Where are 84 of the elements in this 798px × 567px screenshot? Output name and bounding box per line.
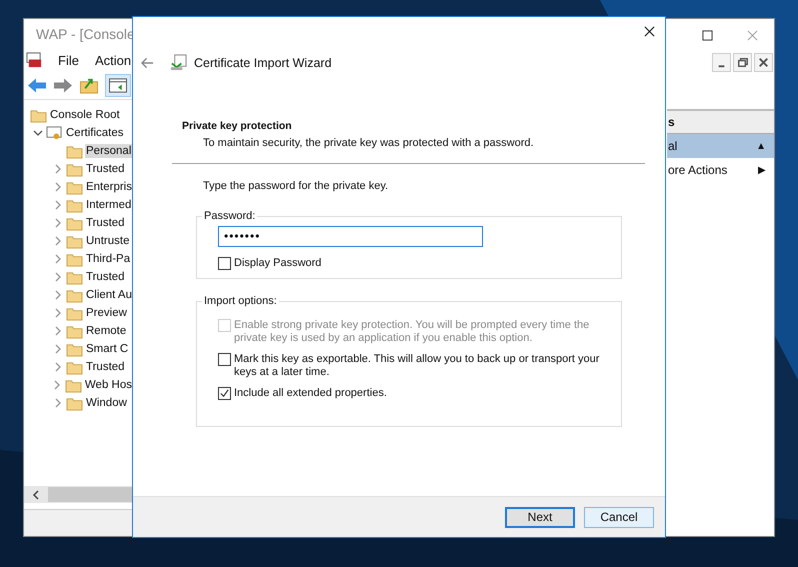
section-heading: Private key protection: [182, 120, 293, 132]
certificate-icon: [170, 54, 187, 71]
close-icon[interactable]: [644, 26, 655, 37]
scroll-left-icon[interactable]: [32, 490, 40, 500]
folder-icon: [66, 288, 83, 302]
maximize-icon[interactable]: [702, 30, 713, 40]
instruction-text: Type the password for the private key.: [203, 180, 390, 192]
actions-item[interactable]: ore Actions ▶: [667, 158, 774, 182]
back-arrow-icon[interactable]: [27, 76, 47, 94]
chevron-right-icon[interactable]: [53, 326, 63, 336]
folder-icon: [66, 396, 83, 410]
folder-icon: [66, 198, 83, 212]
tree-item[interactable]: Certificates: [65, 126, 125, 140]
folder-icon: [66, 180, 83, 194]
checkbox-label: Enable strong private key protection. You will be prompted every time the private key is used by an application if you enable this option.: [234, 319, 590, 345]
folder-up-icon[interactable]: [79, 76, 99, 94]
forward-arrow-icon[interactable]: [53, 76, 73, 94]
chevron-right-icon[interactable]: [53, 254, 63, 264]
chevron-right-icon[interactable]: [53, 164, 63, 174]
tree-item[interactable]: Trusted: [85, 216, 126, 230]
tree-item[interactable]: Trusted: [85, 360, 126, 374]
folder-icon: [64, 378, 82, 392]
tree-item[interactable]: Client Au: [84, 288, 133, 302]
folder-icon: [66, 234, 83, 248]
tree-item[interactable]: Third-Pa: [85, 252, 132, 266]
cancel-button[interactable]: Cancel: [584, 506, 654, 528]
actions-header: s: [667, 111, 774, 134]
menu-item[interactable]: File: [57, 52, 80, 68]
folder-icon: [66, 342, 83, 356]
chevron-right-icon[interactable]: [53, 362, 63, 372]
tree-item[interactable]: Console Root: [49, 108, 121, 122]
next-button[interactable]: Next: [505, 506, 575, 528]
chevron-right-icon[interactable]: [53, 236, 63, 246]
chevron-right-icon[interactable]: [52, 380, 62, 390]
password-field[interactable]: •••••••: [218, 226, 483, 247]
tree-item[interactable]: Personal: [85, 144, 132, 158]
checkbox[interactable]: [218, 353, 231, 366]
checkbox[interactable]: [218, 257, 231, 270]
restore-icon[interactable]: [733, 52, 752, 72]
horizontal-scrollbar[interactable]: [24, 486, 133, 503]
tree-item[interactable]: Smart C: [85, 342, 130, 356]
tree-item[interactable]: Untruste: [85, 234, 130, 248]
checkbox[interactable]: [218, 387, 231, 400]
chevron-right-icon[interactable]: [53, 308, 63, 318]
menu-item[interactable]: Action: [94, 52, 132, 68]
folder-icon: [66, 324, 83, 338]
folder-icon: [66, 252, 83, 266]
tree-item[interactable]: Preview: [85, 306, 128, 320]
folder-icon: [30, 108, 47, 122]
dialog-title: Certificate Import Wizard: [194, 56, 332, 70]
group-label: Import options:: [203, 295, 278, 307]
folder-icon: [66, 270, 83, 284]
group-label: Password:: [203, 210, 256, 222]
checkbox-label: Display Password: [234, 257, 322, 270]
tree-item[interactable]: Window: [85, 396, 128, 410]
folder-icon: [66, 162, 83, 176]
chevron-right-icon[interactable]: [52, 290, 63, 300]
window-title: WAP - [Console: [36, 26, 135, 42]
chevron-right-icon[interactable]: [53, 218, 63, 228]
tree-item[interactable]: Intermed: [85, 198, 132, 212]
folder-icon: [66, 144, 83, 158]
folder-icon: [66, 360, 83, 374]
chevron-right-icon[interactable]: [53, 200, 63, 210]
chevron-right-icon[interactable]: [52, 182, 63, 192]
tree-item[interactable]: Trusted: [85, 162, 126, 176]
checkbox-label: Mark this key as exportable. This will allow you to back up or transport your keys at a later time.: [234, 353, 600, 379]
tree-item[interactable]: Trusted: [85, 270, 126, 284]
minimize-icon[interactable]: [712, 52, 731, 72]
tree-item[interactable]: Web Hos: [84, 378, 133, 392]
certificate-icon: [46, 126, 63, 140]
tree-item[interactable]: Enterpris: [84, 180, 133, 194]
section-description: To maintain security, the private key was protected with a password.: [203, 137, 535, 149]
actions-item[interactable]: al ▲: [667, 134, 774, 158]
checkbox-label: Include all extended properties.: [234, 387, 387, 400]
show-hide-tree-button[interactable]: [105, 74, 131, 96]
toolbox-icon[interactable]: [26, 52, 43, 68]
folder-icon: [66, 306, 83, 320]
folder-icon: [66, 216, 83, 230]
back-arrow-icon[interactable]: [141, 56, 154, 68]
chevron-right-icon[interactable]: [53, 344, 63, 354]
tree-item[interactable]: Remote: [85, 324, 128, 338]
chevron-right-icon[interactable]: [53, 398, 63, 408]
chevron-right-icon[interactable]: [53, 272, 63, 282]
chevron-down-icon[interactable]: [33, 128, 43, 138]
